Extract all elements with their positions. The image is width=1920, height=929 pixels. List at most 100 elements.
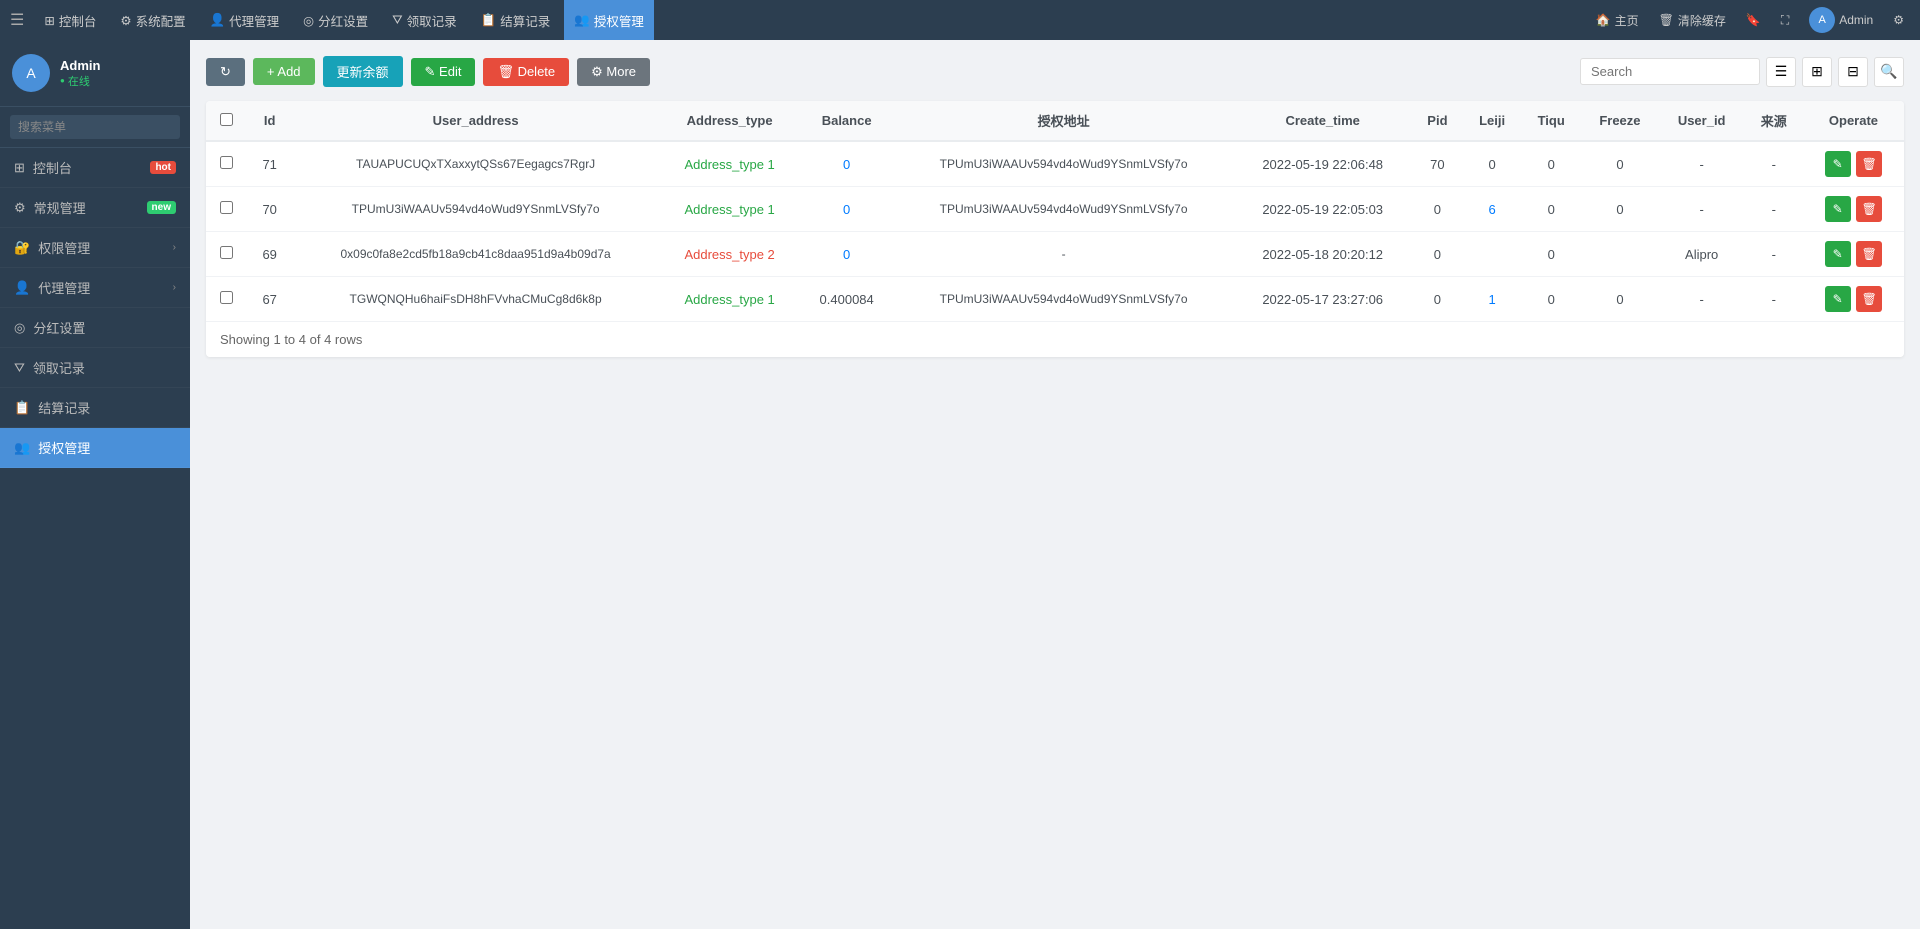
row-auth-address: - bbox=[894, 232, 1234, 277]
sidebar-item-auth[interactable]: 👥 授权管理 bbox=[0, 428, 190, 468]
update-balance-button[interactable]: 更新余额 bbox=[323, 56, 403, 87]
sidebar-item-settle[interactable]: 📋 结算记录 bbox=[0, 388, 190, 428]
sidebar-username: Admin bbox=[60, 58, 100, 73]
row-edit-button[interactable]: ✎ bbox=[1825, 241, 1851, 267]
row-balance: 0 bbox=[800, 141, 894, 187]
select-all-checkbox[interactable] bbox=[220, 113, 233, 126]
row-checkbox[interactable] bbox=[220, 246, 233, 259]
search-input[interactable] bbox=[1580, 58, 1760, 85]
data-table-card: Id User_address Address_type Balance 授权地… bbox=[206, 101, 1904, 357]
toolbar-right: ☰ ⊞ ⊟ 🔍 bbox=[1580, 57, 1904, 87]
row-leiji: 0 bbox=[1463, 141, 1521, 187]
table-search-button[interactable]: 🔍 bbox=[1874, 57, 1904, 87]
row-leiji: 6 bbox=[1463, 187, 1521, 232]
refresh-icon: ↻ bbox=[220, 64, 231, 80]
nav-auth[interactable]: 👥 授权管理 bbox=[564, 0, 654, 40]
content-area: ↻ + Add 更新余额 ✎ Edit 🗑 Delete ⚙ More ☰ ⊞ … bbox=[190, 40, 1920, 929]
refresh-button[interactable]: ↻ bbox=[206, 58, 245, 86]
more-button[interactable]: ⚙ More bbox=[577, 58, 650, 86]
sidebar-search-input[interactable] bbox=[10, 115, 180, 139]
home-icon: 🏠 bbox=[1596, 13, 1611, 27]
row-tiqu: 0 bbox=[1521, 141, 1581, 187]
col-pid[interactable]: Pid bbox=[1412, 101, 1463, 141]
row-delete-button[interactable]: 🗑 bbox=[1856, 241, 1882, 267]
row-delete-button[interactable]: 🗑 bbox=[1856, 196, 1882, 222]
row-address-type[interactable]: Address_type 1 bbox=[660, 141, 800, 187]
col-address-type[interactable]: Address_type bbox=[660, 101, 800, 141]
toolbar: ↻ + Add 更新余额 ✎ Edit 🗑 Delete ⚙ More ☰ ⊞ … bbox=[206, 56, 1904, 87]
clear-cache-button[interactable]: 🗑 清除缓存 bbox=[1653, 0, 1732, 40]
row-id: 71 bbox=[248, 141, 292, 187]
nav-dividend[interactable]: ◎ 分红设置 bbox=[293, 0, 378, 40]
grid-view-button[interactable]: ⊞ bbox=[1802, 57, 1832, 87]
row-edit-button[interactable]: ✎ bbox=[1825, 286, 1851, 312]
sidebar-item-permission[interactable]: 🔐 权限管理 › bbox=[0, 228, 190, 268]
filter-button[interactable]: ⊟ bbox=[1838, 57, 1868, 87]
col-leiji[interactable]: Leiji bbox=[1463, 101, 1521, 141]
row-operate: ✎ 🗑 bbox=[1803, 141, 1904, 187]
row-balance: 0 bbox=[800, 232, 894, 277]
menu-toggle-icon[interactable]: ☰ bbox=[10, 10, 24, 30]
row-source: - bbox=[1745, 277, 1803, 322]
sysconfig-icon: ⚙ bbox=[120, 13, 131, 28]
list-view-button[interactable]: ☰ bbox=[1766, 57, 1796, 87]
auth-icon: 👥 bbox=[574, 13, 590, 28]
nav-settle[interactable]: 📋 结算记录 bbox=[471, 0, 561, 40]
row-create-time: 2022-05-19 22:06:48 bbox=[1233, 141, 1411, 187]
row-address-type[interactable]: Address_type 1 bbox=[660, 187, 800, 232]
col-id[interactable]: Id bbox=[248, 101, 292, 141]
sidebar-item-agent[interactable]: 👤 代理管理 › bbox=[0, 268, 190, 308]
dividend-icon: ◎ bbox=[303, 13, 314, 28]
row-user-id: - bbox=[1659, 187, 1745, 232]
table-row: 67 TGWQNQHu6haiFsDH8hFVvhaCMuCg8d6k8p Ad… bbox=[206, 277, 1904, 322]
row-source: - bbox=[1745, 141, 1803, 187]
row-address-type[interactable]: Address_type 1 bbox=[660, 277, 800, 322]
user-menu[interactable]: A Admin bbox=[1803, 0, 1879, 40]
col-balance[interactable]: Balance bbox=[800, 101, 894, 141]
row-edit-button[interactable]: ✎ bbox=[1825, 196, 1851, 222]
row-checkbox-cell bbox=[206, 277, 248, 322]
row-edit-button[interactable]: ✎ bbox=[1825, 151, 1851, 177]
sidebar-user-info: Admin 在线 bbox=[60, 58, 100, 89]
row-delete-button[interactable]: 🗑 bbox=[1856, 151, 1882, 177]
delete-button[interactable]: 🗑 Delete bbox=[483, 58, 569, 86]
nav-sysconfig[interactable]: ⚙ 系统配置 bbox=[110, 0, 195, 40]
col-create-time[interactable]: Create_time bbox=[1233, 101, 1411, 141]
row-user-id: - bbox=[1659, 277, 1745, 322]
nav-pickup[interactable]: ⛛ 领取记录 bbox=[382, 0, 467, 40]
topbar: ☰ ⊞ 控制台 ⚙ 系统配置 👤 代理管理 ◎ 分红设置 ⛛ 领取记录 📋 结算… bbox=[0, 0, 1920, 40]
row-address-type[interactable]: Address_type 2 bbox=[660, 232, 800, 277]
row-id: 69 bbox=[248, 232, 292, 277]
row-delete-button[interactable]: 🗑 bbox=[1856, 286, 1882, 312]
table-row: 69 0x09c0fa8e2cd5fb18a9cb41c8daa951d9a4b… bbox=[206, 232, 1904, 277]
sidebar-item-control[interactable]: ⊞ 控制台 hot bbox=[0, 148, 190, 188]
row-checkbox[interactable] bbox=[220, 201, 233, 214]
row-checkbox[interactable] bbox=[220, 156, 233, 169]
home-link[interactable]: 🏠 主页 bbox=[1590, 0, 1645, 40]
sidebar-item-pickup[interactable]: ⛛ 领取记录 bbox=[0, 348, 190, 388]
col-user-id[interactable]: User_id bbox=[1659, 101, 1745, 141]
nav-control[interactable]: ⊞ 控制台 bbox=[34, 0, 106, 40]
gear-icon: ⚙ bbox=[1893, 13, 1904, 27]
sidebar: A Admin 在线 ⊞ 控制台 hot ⚙ 常规管理 new bbox=[0, 40, 190, 929]
settings-icon-button[interactable]: ⚙ bbox=[1887, 0, 1910, 40]
table-header-row: Id User_address Address_type Balance 授权地… bbox=[206, 101, 1904, 141]
nav-agent[interactable]: 👤 代理管理 bbox=[200, 0, 290, 40]
col-freeze[interactable]: Freeze bbox=[1581, 101, 1659, 141]
sidebar-avatar: A bbox=[12, 54, 50, 92]
sidebar-item-dividend[interactable]: ◎ 分红设置 bbox=[0, 308, 190, 348]
table-row: 70 TPUmU3iWAAUv594vd4oWud9YSnmLVSfy7o Ad… bbox=[206, 187, 1904, 232]
add-button[interactable]: + Add bbox=[253, 58, 315, 85]
col-tiqu[interactable]: Tiqu bbox=[1521, 101, 1581, 141]
row-tiqu: 0 bbox=[1521, 187, 1581, 232]
edit-button[interactable]: ✎ Edit bbox=[411, 58, 476, 86]
col-source[interactable]: 来源 bbox=[1745, 101, 1803, 141]
row-checkbox[interactable] bbox=[220, 291, 233, 304]
col-auth-address[interactable]: 授权地址 bbox=[894, 101, 1234, 141]
sidebar-item-general[interactable]: ⚙ 常规管理 new bbox=[0, 188, 190, 228]
bookmark-icon-button[interactable]: 🔖 bbox=[1740, 0, 1767, 40]
col-user-address[interactable]: User_address bbox=[292, 101, 660, 141]
fullscreen-button[interactable]: ⛶ bbox=[1775, 0, 1795, 40]
hot-badge: hot bbox=[150, 161, 176, 174]
row-freeze: 0 bbox=[1581, 277, 1659, 322]
